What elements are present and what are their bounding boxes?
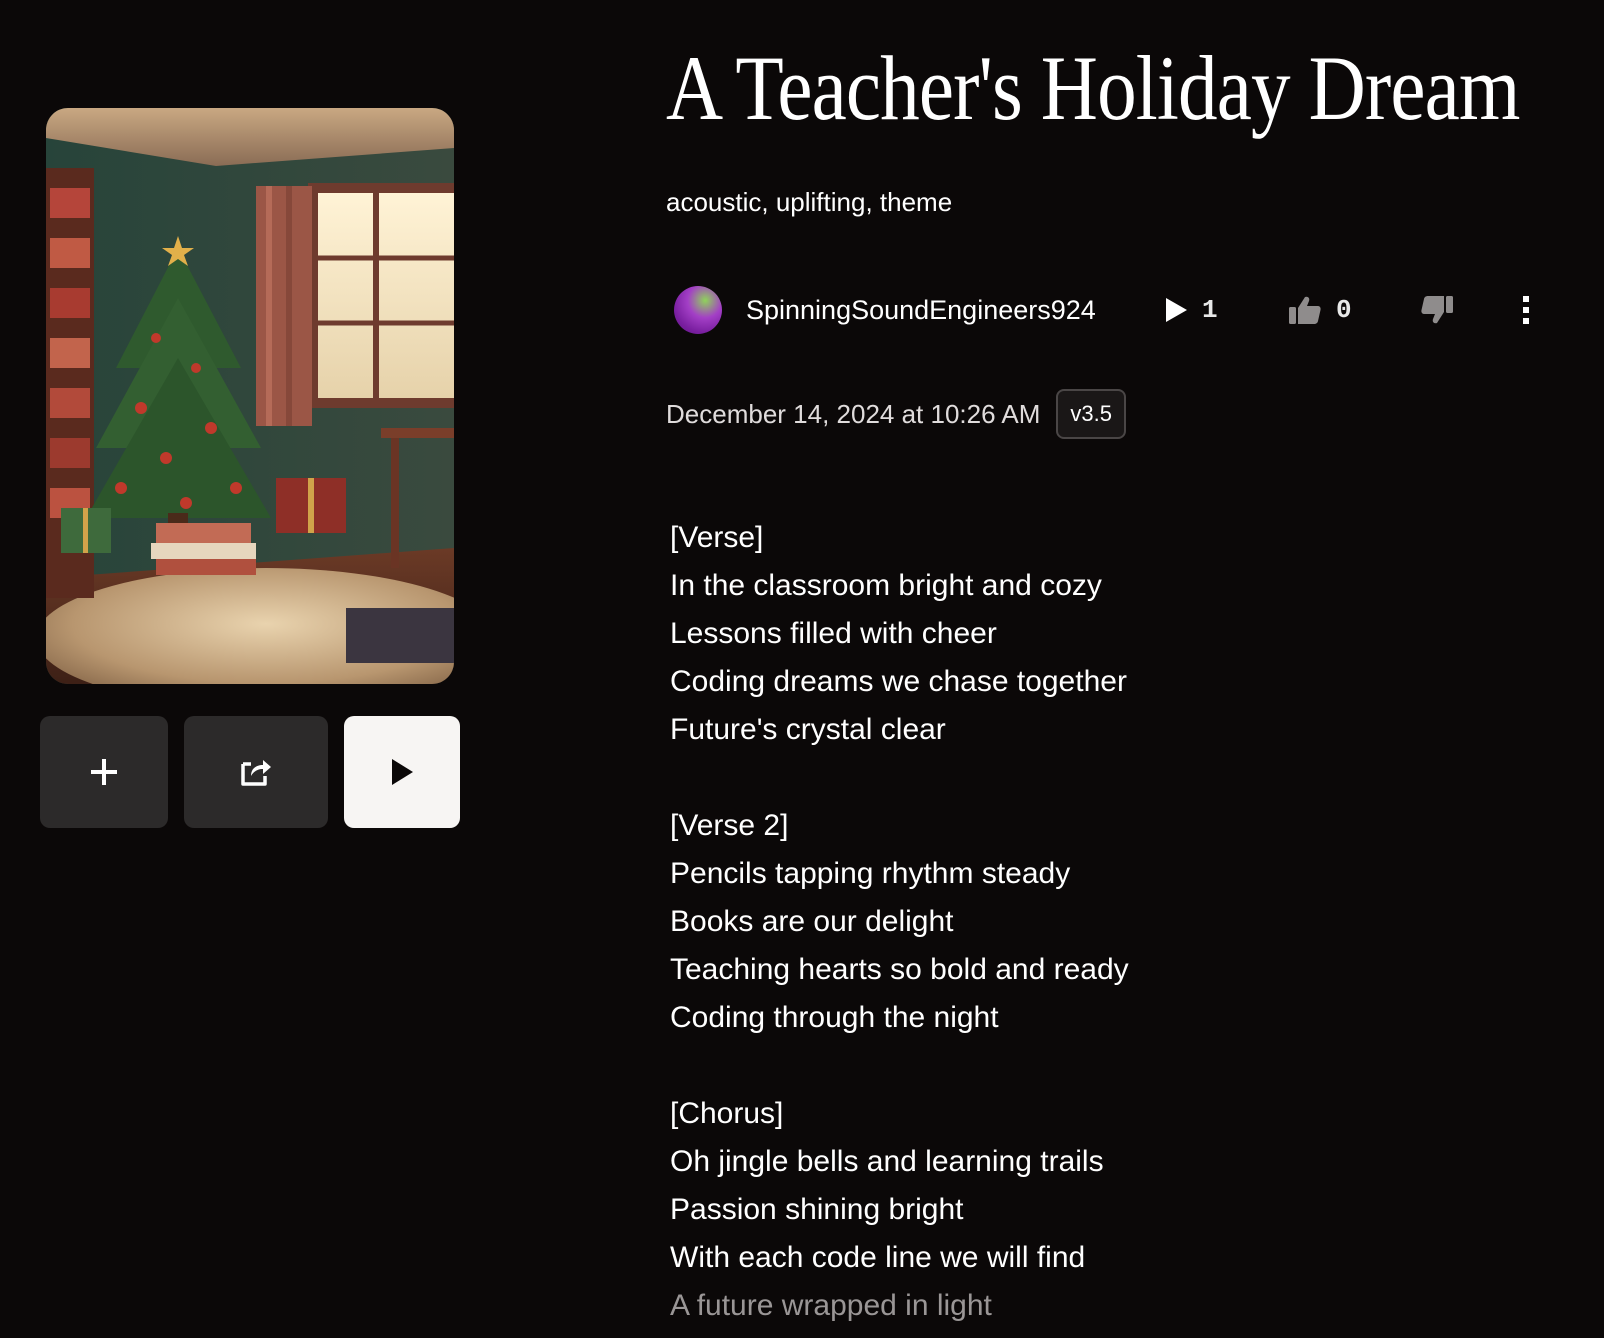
lyric-line: Lessons filled with cheer <box>670 617 997 650</box>
lyrics: [Verse] In the classroom bright and cozy… <box>670 514 1530 1330</box>
share-icon <box>241 760 271 786</box>
thumbs-down-icon <box>1421 296 1453 324</box>
thumbs-up-icon <box>1289 296 1321 324</box>
lyric-line: Future's crystal clear <box>670 713 946 746</box>
creator-username[interactable]: SpinningSoundEngineers924 <box>746 292 1096 328</box>
like-count-value: 0 <box>1336 295 1352 325</box>
lyrics-spacer <box>670 754 1530 802</box>
dislike-button[interactable] <box>1420 290 1454 330</box>
lyric-line: Books are our delight <box>670 905 954 938</box>
play-count-icon <box>1166 298 1187 322</box>
lyric-line: Oh jingle bells and learning trails <box>670 1145 1104 1178</box>
more-vertical-icon <box>1523 296 1529 324</box>
lyric-line: In the classroom bright and cozy <box>670 569 1102 602</box>
play-icon <box>392 759 413 785</box>
lyric-line: Pencils tapping rhythm steady <box>670 857 1071 890</box>
like-button[interactable]: 0 <box>1288 290 1352 330</box>
lyrics-spacer <box>670 1042 1530 1090</box>
avatar[interactable] <box>674 286 722 334</box>
share-button[interactable] <box>184 716 328 828</box>
lyrics-section-header: [Verse 2] <box>670 809 789 842</box>
cover-art[interactable] <box>46 108 454 684</box>
cover-art-image <box>46 108 454 684</box>
play-button[interactable] <box>344 716 460 828</box>
version-badge: v3.5 <box>1056 389 1126 439</box>
lyrics-section-header: [Chorus] <box>670 1097 784 1130</box>
song-title: A Teacher's Holiday Dream <box>666 37 1520 139</box>
creation-date: December 14, 2024 at 10:26 AM <box>666 398 1041 429</box>
lyric-line: Coding through the night <box>670 1001 999 1034</box>
lyrics-section-header: [Verse] <box>670 521 764 554</box>
meta-row: December 14, 2024 at 10:26 AM v3.5 <box>666 389 1126 439</box>
play-count-value: 1 <box>1202 295 1218 325</box>
lyric-line: A future wrapped in light <box>670 1289 992 1322</box>
lyric-line: With each code line we will find <box>670 1241 1086 1274</box>
add-to-playlist-button[interactable] <box>40 716 168 828</box>
play-count: 1 <box>1164 290 1218 330</box>
lyric-line: Coding dreams we chase together <box>670 665 1127 698</box>
lyric-line: Teaching hearts so bold and ready <box>670 953 1129 986</box>
plus-icon <box>91 759 117 785</box>
more-options-button[interactable] <box>1514 292 1538 328</box>
lyric-line: Passion shining bright <box>670 1193 964 1226</box>
song-tags[interactable]: acoustic, uplifting, theme <box>666 184 952 220</box>
creator-row: SpinningSoundEngineers924 1 0 <box>674 284 1554 336</box>
